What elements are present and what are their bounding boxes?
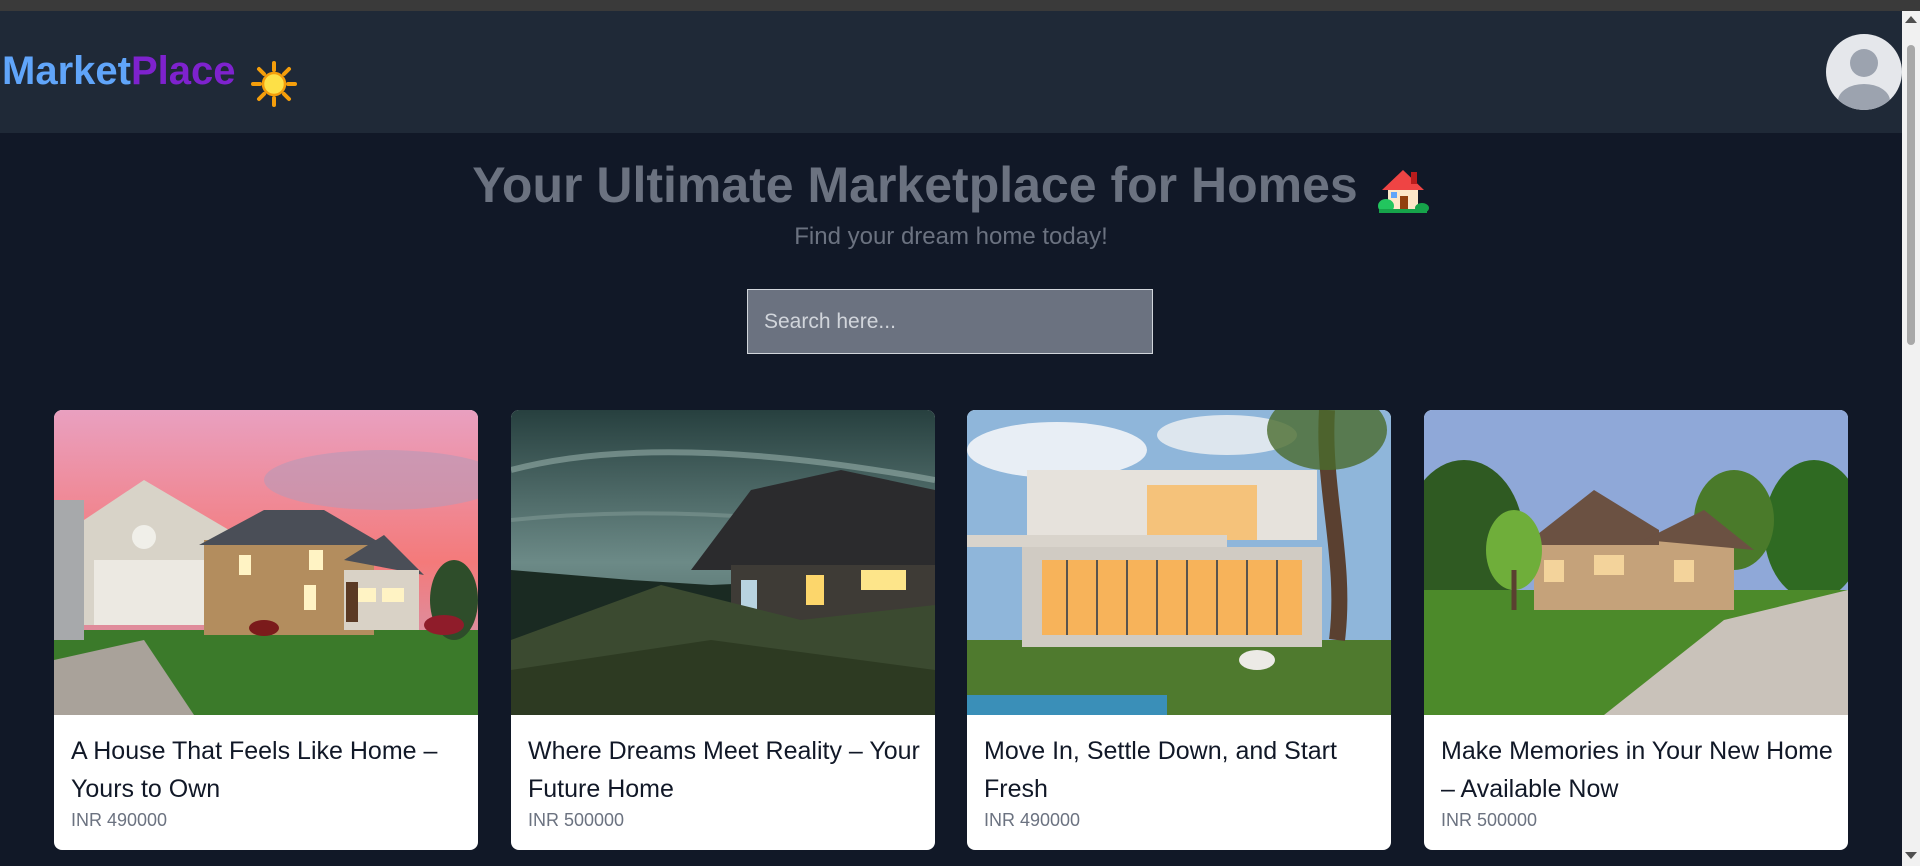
- brand-part-place: Place: [130, 49, 236, 93]
- scroll-down-icon[interactable]: [1905, 852, 1917, 859]
- brand-part-market: Market: [2, 49, 131, 93]
- page-subtitle: Find your dream home today!: [794, 223, 1108, 250]
- navbar: MarketPlace: [0, 11, 1902, 133]
- listing-image-suburban-house: [54, 410, 478, 715]
- browser-top-strip: [0, 0, 1920, 11]
- listing-price: INR 500000: [1441, 810, 1538, 830]
- scroll-up-icon[interactable]: [1905, 16, 1917, 23]
- scrollbar-thumb[interactable]: [1907, 45, 1915, 345]
- listing-card[interactable]: Move In, Settle Down, and Start Fresh IN…: [967, 410, 1391, 850]
- listing-card[interactable]: Make Memories in Your New Home – Availab…: [1424, 410, 1848, 850]
- listing-title: A House That Feels Like Home – Yours to …: [71, 737, 438, 803]
- listing-title: Move In, Settle Down, and Start Fresh: [984, 737, 1337, 803]
- listing-card[interactable]: A House That Feels Like Home – Yours to …: [54, 410, 478, 850]
- listing-image-cottage: [511, 410, 935, 715]
- listing-title: Where Dreams Meet Reality – Your Future …: [528, 737, 920, 803]
- listing-image-modern-villa: [967, 410, 1391, 715]
- page-title-text: Your Ultimate Marketplace for Homes: [472, 157, 1358, 213]
- brand-logo[interactable]: MarketPlace: [2, 51, 235, 91]
- sun-icon[interactable]: [251, 61, 297, 107]
- listing-title: Make Memories in Your New Home – Availab…: [1441, 737, 1833, 803]
- listing-card[interactable]: Where Dreams Meet Reality – Your Future …: [511, 410, 935, 850]
- house-icon: [1377, 169, 1429, 213]
- page-title: Your Ultimate Marketplace for Homes: [0, 155, 1902, 216]
- main-content: Your Ultimate Marketplace for Homes Find…: [0, 133, 1902, 866]
- listing-image-stone-house: [1424, 410, 1848, 715]
- listing-price: INR 490000: [984, 810, 1081, 830]
- listing-price: INR 490000: [71, 810, 168, 830]
- search-input[interactable]: [747, 289, 1153, 354]
- user-avatar-icon[interactable]: [1826, 34, 1902, 110]
- listing-price: INR 500000: [528, 810, 625, 830]
